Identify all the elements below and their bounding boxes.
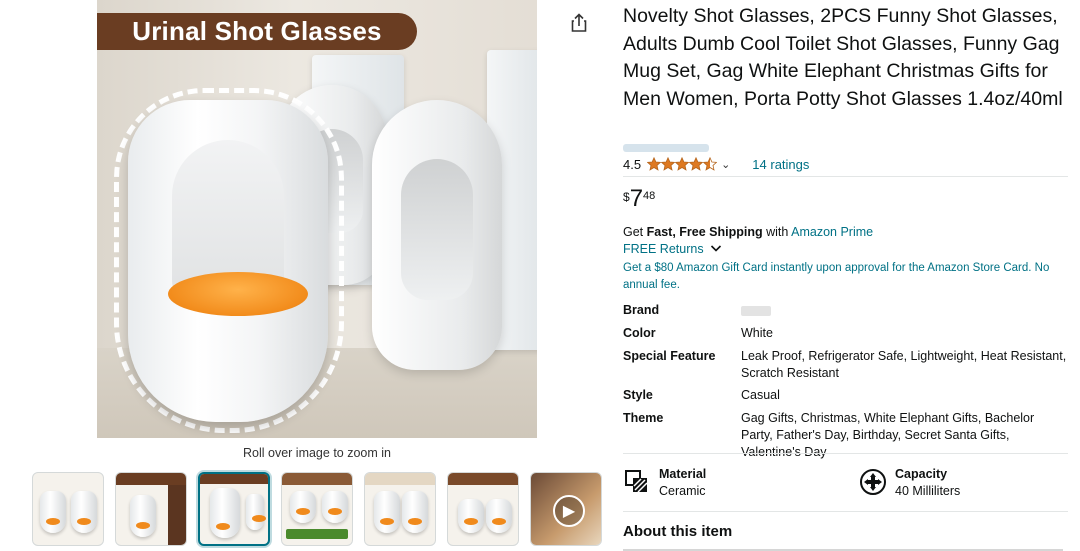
share-icon[interactable] — [568, 12, 590, 34]
star-icon — [703, 157, 718, 171]
spec-value: Leak Proof, Refrigerator Safe, Lightweig… — [741, 349, 1067, 380]
divider — [623, 511, 1068, 512]
spec-label: Color — [623, 326, 656, 340]
divider — [623, 453, 1068, 454]
spec-label: Brand — [623, 303, 660, 317]
play-icon[interactable]: ▶ — [553, 495, 585, 527]
thumb-2pcs[interactable] — [364, 472, 436, 546]
about-heading: About this item — [623, 523, 733, 540]
chevron-down-icon[interactable]: ⌄ — [721, 158, 730, 171]
thumb-size-info[interactable] — [115, 472, 187, 546]
price: $ 7 48 — [623, 187, 655, 211]
capacity-icon — [860, 469, 886, 495]
spec-row: Special Feature Leak Proof, Refrigerator… — [623, 348, 1068, 387]
spec-value: Casual — [741, 388, 780, 402]
spec-value-brand — [741, 302, 1068, 325]
spec-value: White — [741, 326, 773, 340]
gift-card-offer-link[interactable]: Get a $80 Amazon Gift Card instantly upo… — [623, 260, 1063, 294]
feature-value: Ceramic — [659, 484, 706, 498]
material-icon — [625, 470, 648, 493]
store-link[interactable] — [623, 144, 709, 152]
free-returns-label: FREE Returns — [623, 242, 704, 256]
thumb-video[interactable]: ▶ — [530, 472, 602, 546]
image-banner: Urinal Shot Glasses — [97, 13, 417, 50]
product-title: Novelty Shot Glasses, 2PCS Funny Shot Gl… — [623, 5, 1063, 110]
thumbnail-strip: ▶ — [32, 472, 604, 548]
price-whole: 7 — [629, 185, 644, 212]
shipping-info: Get Fast, Free Shipping with Amazon Prim… — [623, 225, 873, 239]
spec-label: Special Feature — [623, 349, 716, 363]
thumb-pair[interactable] — [32, 472, 104, 546]
spec-row: Brand — [623, 302, 1068, 325]
prime-link[interactable]: Amazon Prime — [791, 225, 873, 239]
thumb-why-choose[interactable] — [281, 472, 353, 546]
background-urinal — [372, 100, 502, 370]
rating-row: 4.5 ⌄ 14 ratings — [623, 155, 809, 173]
feature-value: 40 Milliliters — [895, 484, 961, 498]
about-bullet-cut — [623, 545, 1063, 551]
price-symbol: $ — [623, 190, 630, 204]
feature-label: Capacity — [895, 467, 948, 481]
free-returns-link[interactable]: FREE Returns — [623, 242, 722, 256]
divider — [623, 176, 1068, 177]
spec-label: Style — [623, 388, 653, 402]
spec-table: Brand Color White Special Feature Leak P… — [623, 302, 1068, 461]
thumb-gifts[interactable] — [447, 472, 519, 546]
star-icon — [675, 157, 690, 171]
spec-row: Color White — [623, 325, 1068, 348]
spec-row: Style Casual — [623, 387, 1068, 410]
thumb-urinal-shot-glasses[interactable] — [198, 472, 270, 546]
zoom-hint: Roll over image to zoom in — [243, 446, 391, 460]
ratings-count-link[interactable]: 14 ratings — [752, 157, 809, 172]
chevron-down-icon — [711, 245, 722, 252]
urinal-shot-glass — [128, 100, 328, 422]
main-product-image[interactable] — [97, 0, 537, 438]
star-icon — [647, 157, 662, 171]
shipping-prefix: Get — [623, 225, 647, 239]
feature-material: Material Ceramic — [623, 466, 706, 500]
price-fraction: 48 — [643, 190, 656, 202]
shipping-middle: with — [762, 225, 792, 239]
rating-value: 4.5 — [623, 156, 642, 172]
feature-label: Material — [659, 467, 707, 481]
star-icon — [661, 157, 676, 171]
star-rating[interactable] — [647, 157, 718, 171]
star-icon — [689, 157, 704, 171]
shipping-bold: Fast, Free Shipping — [646, 225, 763, 239]
feature-capacity: Capacity 40 Milliliters — [859, 466, 960, 500]
